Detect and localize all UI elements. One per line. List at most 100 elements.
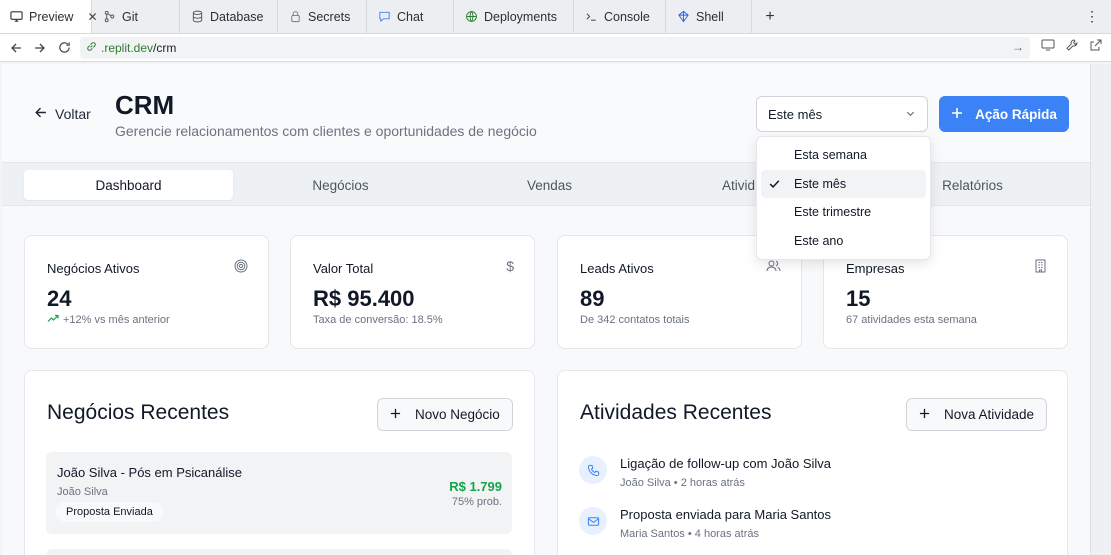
tab-label: Deployments bbox=[484, 9, 557, 24]
plus-icon bbox=[951, 107, 963, 122]
tab-secrets[interactable]: Secrets bbox=[278, 0, 367, 33]
quick-action-label: Ação Rápida bbox=[975, 106, 1057, 122]
crm-page: Voltar CRM Gerencie relacionamentos com … bbox=[2, 64, 1090, 555]
terminal-icon bbox=[584, 10, 598, 24]
chevron-down-icon bbox=[905, 107, 916, 122]
deal-item[interactable] bbox=[46, 549, 512, 555]
deal-probability: 75% prob. bbox=[451, 496, 502, 508]
more-vertical-icon[interactable]: ⋮ bbox=[1085, 8, 1099, 25]
shell-icon bbox=[676, 10, 690, 24]
plus-icon bbox=[390, 407, 401, 422]
tab-label: Chat bbox=[397, 9, 424, 24]
stat-label: Empresas bbox=[846, 261, 905, 276]
tab-negocios[interactable]: Negócios bbox=[238, 170, 443, 200]
wrench-icon[interactable] bbox=[1065, 38, 1079, 57]
activity-title: Ligação de follow-up com João Silva bbox=[620, 456, 832, 471]
forward-arrow-icon[interactable] bbox=[28, 36, 52, 60]
users-icon bbox=[766, 259, 781, 278]
check-icon bbox=[768, 177, 781, 193]
recent-deals-panel: Negócios Recentes Novo Negócio João Silv… bbox=[24, 370, 535, 555]
external-link-icon[interactable] bbox=[1089, 38, 1103, 57]
link-icon bbox=[86, 41, 97, 55]
trending-up-icon bbox=[47, 314, 59, 326]
stat-card-negocios-ativos: Negócios Ativos 24 +12% vs mês anterior bbox=[24, 235, 269, 349]
url-host: .replit.dev bbox=[101, 41, 154, 55]
new-deal-button[interactable]: Novo Negócio bbox=[377, 398, 513, 431]
tab-label: Preview bbox=[29, 9, 74, 24]
go-arrow-icon[interactable]: → bbox=[1012, 40, 1024, 54]
option-este-mes[interactable]: Este mês bbox=[761, 169, 926, 198]
tab-shell[interactable]: Shell bbox=[666, 0, 752, 33]
chat-icon bbox=[377, 10, 391, 24]
deal-item[interactable]: João Silva - Pós em Psicanálise João Sil… bbox=[46, 452, 512, 534]
stat-value: R$ 95.400 bbox=[313, 286, 415, 311]
stat-card-valor-total: Valor Total $ R$ 95.400 Taxa de conversã… bbox=[290, 235, 535, 349]
activity-meta: João Silva • 2 horas atrás bbox=[620, 477, 745, 489]
page-title: CRM bbox=[115, 90, 175, 120]
tab-vendas[interactable]: Vendas bbox=[447, 170, 652, 200]
stat-sub: 67 atividades esta semana bbox=[846, 314, 977, 326]
option-label: Esta semana bbox=[794, 148, 867, 163]
deal-client: João Silva bbox=[57, 486, 108, 498]
status-badge: Proposta Enviada bbox=[55, 502, 164, 522]
tab-dashboard[interactable]: Dashboard bbox=[24, 170, 233, 200]
period-select[interactable]: Este mês bbox=[756, 96, 928, 132]
panel-title: Atividades Recentes bbox=[580, 401, 772, 424]
plus-icon bbox=[919, 407, 930, 422]
arrow-left-icon bbox=[34, 106, 47, 122]
back-button[interactable]: Voltar bbox=[34, 106, 91, 122]
mail-icon bbox=[579, 507, 607, 535]
panel-title: Negócios Recentes bbox=[47, 401, 230, 424]
tab-database[interactable]: Database bbox=[180, 0, 278, 33]
option-label: Este mês bbox=[794, 176, 847, 191]
phone-icon bbox=[579, 456, 607, 484]
option-este-ano[interactable]: Este ano bbox=[761, 227, 926, 256]
url-field[interactable]: .replit.dev /crm → bbox=[80, 37, 1030, 59]
tab-deployments[interactable]: Deployments bbox=[454, 0, 574, 33]
dollar-icon: $ bbox=[506, 258, 514, 274]
deal-title: João Silva - Pós em Psicanálise bbox=[57, 465, 242, 480]
option-label: Este ano bbox=[794, 233, 844, 248]
browser-tab-bar: Preview ✕ Git Database Secrets Chat Depl… bbox=[0, 0, 1111, 34]
deal-value: R$ 1.799 bbox=[449, 479, 502, 494]
stat-value: 15 bbox=[846, 286, 871, 311]
back-label: Voltar bbox=[55, 106, 91, 122]
period-dropdown-menu: Esta semana Este mês Este trimestre Este… bbox=[756, 136, 931, 260]
stat-sub: De 342 contatos totais bbox=[580, 314, 690, 326]
new-activity-label: Nova Atividade bbox=[944, 407, 1035, 422]
tab-git[interactable]: Git bbox=[92, 0, 180, 33]
activity-meta: Maria Santos • 4 horas atrás bbox=[620, 528, 759, 540]
tab-console[interactable]: Console bbox=[574, 0, 666, 33]
option-esta-semana[interactable]: Esta semana bbox=[761, 141, 926, 170]
target-icon bbox=[234, 259, 248, 278]
stat-value: 89 bbox=[580, 286, 605, 311]
page-subtitle: Gerencie relacionamentos com clientes e … bbox=[115, 123, 537, 139]
lock-icon bbox=[288, 10, 302, 24]
stat-sub: +12% vs mês anterior bbox=[63, 314, 170, 326]
tab-label: Secrets bbox=[308, 9, 351, 24]
new-deal-label: Novo Negócio bbox=[415, 407, 500, 422]
building-icon bbox=[1034, 259, 1047, 278]
tab-label: Database bbox=[210, 9, 264, 24]
devices-icon[interactable] bbox=[1041, 38, 1055, 57]
url-path: /crm bbox=[153, 41, 177, 55]
globe-icon bbox=[464, 10, 478, 24]
option-label: Este trimestre bbox=[794, 205, 872, 220]
tab-preview[interactable]: Preview ✕ bbox=[0, 0, 98, 33]
recent-activities-panel: Atividades Recentes Nova Atividade Ligaç… bbox=[557, 370, 1068, 555]
tab-label: Git bbox=[122, 9, 138, 24]
new-tab-button[interactable]: + bbox=[752, 0, 788, 33]
back-arrow-icon[interactable] bbox=[4, 36, 28, 60]
reload-icon[interactable] bbox=[52, 36, 76, 60]
database-icon bbox=[190, 10, 204, 24]
address-bar: .replit.dev /crm → bbox=[0, 34, 1111, 62]
period-select-value: Este mês bbox=[768, 106, 823, 122]
stat-sub: Taxa de conversão: 18.5% bbox=[313, 314, 443, 326]
option-este-trimestre[interactable]: Este trimestre bbox=[761, 198, 926, 227]
new-activity-button[interactable]: Nova Atividade bbox=[906, 398, 1048, 431]
tab-chat[interactable]: Chat bbox=[367, 0, 454, 33]
activity-title: Proposta enviada para Maria Santos bbox=[620, 507, 832, 522]
quick-action-button[interactable]: Ação Rápida bbox=[939, 96, 1069, 132]
stat-label: Leads Ativos bbox=[580, 261, 654, 276]
git-icon bbox=[102, 10, 116, 24]
